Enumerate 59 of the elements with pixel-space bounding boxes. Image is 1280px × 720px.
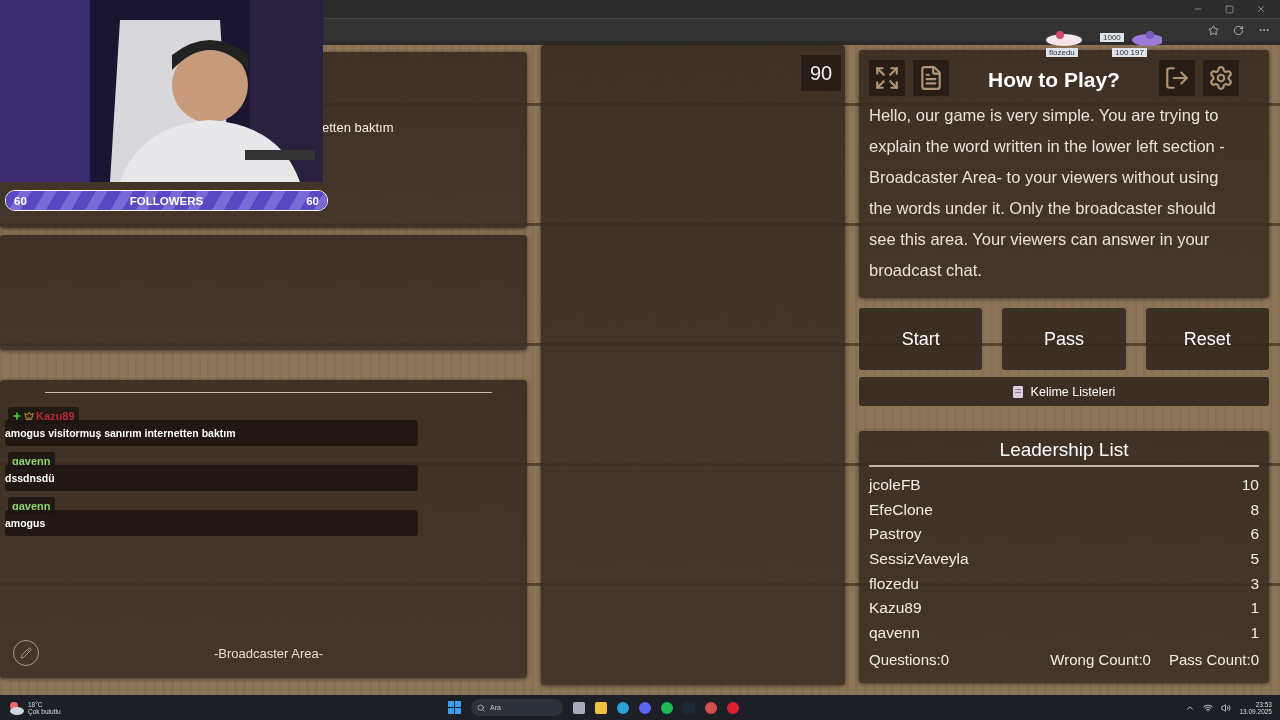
plus-icon xyxy=(12,410,22,421)
player-name: Pastroy xyxy=(869,525,922,544)
game-button[interactable]: Reset xyxy=(1145,308,1269,370)
volume-icon[interactable] xyxy=(1221,702,1232,713)
overlay-count: 1000 xyxy=(1100,33,1124,42)
game-button[interactable]: Start xyxy=(859,308,983,370)
star-icon[interactable] xyxy=(1208,24,1219,36)
maximize-icon[interactable] xyxy=(1225,4,1234,14)
exit-icon xyxy=(1164,65,1190,91)
area-label: -Broadcaster Area- xyxy=(214,645,324,661)
game-button[interactable]: Pass xyxy=(1002,308,1126,370)
player-score: 1 xyxy=(1250,623,1259,642)
refresh-icon[interactable] xyxy=(1233,24,1244,36)
fullscreen-button[interactable] xyxy=(869,60,905,96)
player-score: 1 xyxy=(1250,599,1259,618)
followers-count: 60 xyxy=(14,194,27,207)
player-score: 8 xyxy=(1250,500,1259,519)
crown-icon xyxy=(24,410,34,421)
message-text: amogus visitormuş sanırım internetten baktım xyxy=(5,427,236,439)
word-lists-button[interactable]: Kelime Listeleri xyxy=(859,377,1269,406)
stat-text: Questions:0 xyxy=(869,651,950,669)
timer: 90 xyxy=(801,55,841,91)
player-score: 10 xyxy=(1241,476,1259,495)
panel-text: etten baktım xyxy=(322,120,394,135)
clipboard-icon xyxy=(1012,385,1023,398)
stat-text: Wrong Count:0 xyxy=(1050,651,1151,669)
cartoon-figure xyxy=(1132,31,1162,46)
player-score: 3 xyxy=(1250,574,1259,593)
document-button[interactable] xyxy=(913,60,949,96)
message-text: amogus xyxy=(5,517,46,529)
leaderboard-title: Leadership List xyxy=(869,439,1259,467)
player-name: EfeClone xyxy=(869,500,933,519)
followers-label: FOLLOWERS xyxy=(129,194,204,207)
start-icon[interactable] xyxy=(448,701,461,714)
stat-text: Pass Count:0 xyxy=(1168,651,1259,669)
weather-icon xyxy=(8,700,24,715)
close-icon[interactable] xyxy=(1256,4,1266,14)
wifi-icon[interactable] xyxy=(1203,702,1214,713)
overlay-stats: 100 197 xyxy=(1112,48,1147,57)
player-score: 5 xyxy=(1250,550,1259,569)
settings-icon xyxy=(1208,65,1234,91)
search-icon xyxy=(477,703,485,712)
player-name: Kazu89 xyxy=(869,599,922,618)
player-name: qavenn xyxy=(869,623,920,642)
overlay-name: flozedu xyxy=(1046,48,1078,57)
message-text: dssdnsdü xyxy=(5,472,55,484)
expand-icon xyxy=(874,65,900,91)
pencil-icon xyxy=(20,647,32,659)
help-title: How to Play? xyxy=(988,68,1120,92)
player-name: jcoleFB xyxy=(869,476,921,495)
player-score: 6 xyxy=(1250,525,1259,544)
followers-goal: 60 xyxy=(306,194,319,207)
document-icon xyxy=(918,65,944,91)
settings-button[interactable] xyxy=(1203,60,1239,96)
exit-button[interactable] xyxy=(1159,60,1195,96)
cartoon-figure xyxy=(1046,31,1082,46)
player-name: flozedu xyxy=(869,574,919,593)
player-name: SessizVaveyla xyxy=(869,550,969,569)
help-text: Hello, our game is very simple. You are trying to explain the word written in the lower left section -Broadcaster Area- to your viewers without using the words under it. Only the broadcaster should see this area. Your viewers can answer in your broadcast chat. xyxy=(869,105,1226,281)
